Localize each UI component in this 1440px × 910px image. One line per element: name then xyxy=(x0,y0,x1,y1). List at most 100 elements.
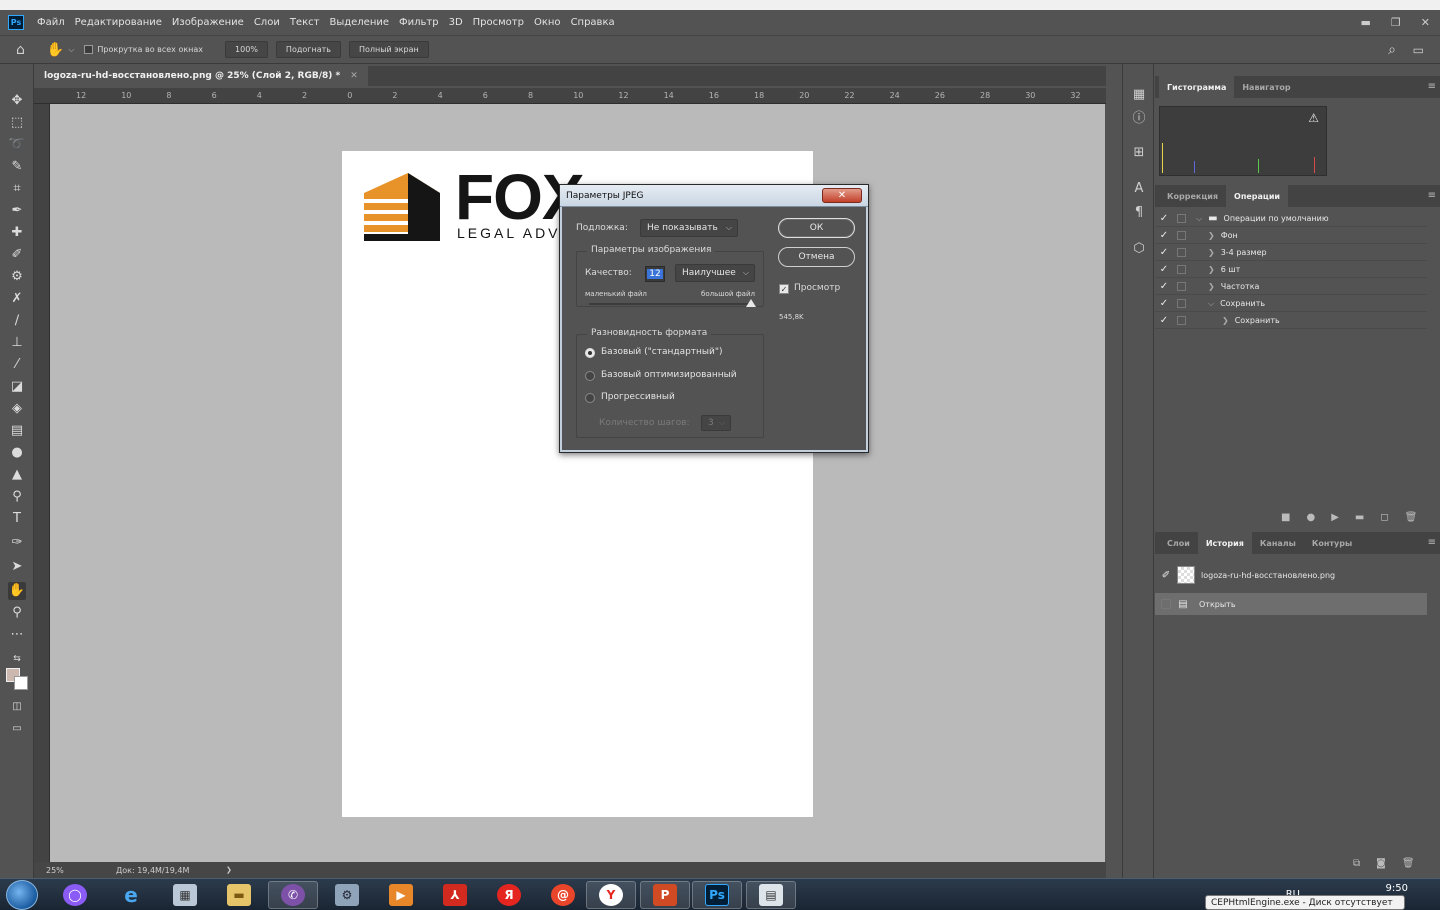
taskbar-calculator-icon[interactable]: ▦ xyxy=(160,881,210,909)
action-enabled-checkmark[interactable]: ✓ xyxy=(1155,247,1173,258)
action-row[interactable]: ✓ ❯ 6 шт xyxy=(1155,262,1427,278)
action-row[interactable]: ✓ ❯ Фон xyxy=(1155,228,1427,244)
history-snapshot[interactable]: ✐ logoza-ru-hd-восстановлено.png xyxy=(1155,564,1427,586)
record-icon[interactable]: ● xyxy=(1306,512,1315,523)
play-icon[interactable]: ▶ xyxy=(1331,512,1339,523)
action-enabled-checkmark[interactable]: ✓ xyxy=(1155,315,1173,326)
tab-navigator[interactable]: Навигатор xyxy=(1234,76,1298,98)
status-menu-arrow[interactable]: ❯ xyxy=(226,866,232,874)
document-tab[interactable]: logoza-ru-hd-восстановлено.png @ 25% (Сл… xyxy=(34,66,368,86)
dialog-toggle-box[interactable] xyxy=(1177,248,1186,257)
zoom-tool-icon[interactable]: ⚲ xyxy=(8,604,26,622)
quick-mask-icon[interactable]: ◫ xyxy=(8,698,26,716)
expand-toggle-icon[interactable]: ⌵ xyxy=(1196,214,1202,224)
menu-window[interactable]: Окно xyxy=(529,17,566,28)
action-enabled-checkmark[interactable]: ✓ xyxy=(1155,298,1173,309)
swap-colors-icon[interactable]: ⇆ xyxy=(8,650,26,668)
art-history-brush-tool-icon[interactable]: ⁄ xyxy=(8,356,26,374)
expand-toggle-icon[interactable]: ❯ xyxy=(1208,265,1215,274)
action-row[interactable]: ✓ ❯ Частотка xyxy=(1155,279,1427,295)
hand-tool-icon[interactable]: ✋ xyxy=(8,582,26,600)
taskbar-explorer-icon[interactable]: ▬ xyxy=(214,881,264,909)
home-icon[interactable]: ⌂ xyxy=(16,42,25,58)
new-set-icon[interactable]: ▬ xyxy=(1355,512,1364,523)
action-enabled-checkmark[interactable]: ✓ xyxy=(1155,230,1173,241)
format-progressive-radio[interactable] xyxy=(585,393,595,403)
tab-history[interactable]: История xyxy=(1197,532,1252,554)
dialog-toggle-box[interactable] xyxy=(1177,231,1186,240)
more-tools-icon[interactable]: ⋯ xyxy=(8,626,26,644)
menu-view[interactable]: Просмотр xyxy=(468,17,529,28)
format-optimized-label[interactable]: Базовый оптимизированный xyxy=(601,370,737,380)
taskbar-yandex-icon[interactable]: Я xyxy=(484,881,534,909)
taskbar-viber-icon[interactable]: ✆ xyxy=(268,881,318,909)
lasso-tool-icon[interactable]: ➰ xyxy=(8,136,26,154)
properties-panel-icon[interactable]: ⊞ xyxy=(1130,144,1148,162)
scroll-all-checkbox[interactable] xyxy=(84,45,94,54)
menu-image[interactable]: Изображение xyxy=(167,17,249,28)
workspace-icon[interactable]: ▭ xyxy=(1413,43,1424,57)
action-enabled-checkmark[interactable]: ✓ xyxy=(1155,213,1173,224)
ps-logo-icon[interactable]: Ps xyxy=(8,14,24,30)
panel-menu-icon[interactable]: ≡ xyxy=(1428,190,1436,201)
clock[interactable]: 9:50 xyxy=(1386,883,1408,894)
taskbar-installer-icon[interactable]: ⚙ xyxy=(322,881,372,909)
taskbar-player-icon[interactable]: ▶ xyxy=(376,881,426,909)
dialog-toggle-box[interactable] xyxy=(1177,214,1186,223)
taskbar-yandex-browser-icon[interactable]: Y xyxy=(586,881,636,909)
format-baseline-radio[interactable] xyxy=(585,348,595,358)
taskbar-acrobat-icon[interactable]: ⅄ xyxy=(430,881,480,909)
tab-paths[interactable]: Контуры xyxy=(1304,532,1360,554)
panel-menu-icon[interactable]: ≡ xyxy=(1428,537,1436,548)
tab-layers[interactable]: Слои xyxy=(1159,532,1198,554)
history-state-checkbox[interactable] xyxy=(1161,599,1171,609)
hand-tool-preset-icon[interactable]: ✋ xyxy=(47,42,64,58)
menu-help[interactable]: Справка xyxy=(566,17,620,28)
expand-toggle-icon[interactable]: ❯ xyxy=(1208,248,1215,257)
tab-channels[interactable]: Каналы xyxy=(1252,532,1304,554)
taskbar-photoshop-icon[interactable]: Ps xyxy=(692,881,742,909)
zoom-level[interactable]: 25% xyxy=(46,866,116,875)
menu-3d[interactable]: 3D xyxy=(444,17,468,28)
panel-menu-icon[interactable]: ≡ xyxy=(1428,81,1436,92)
menu-file[interactable]: Файл xyxy=(32,17,70,28)
close-tab-icon[interactable]: ✕ xyxy=(350,71,358,81)
move-tool-icon[interactable]: ✥ xyxy=(8,92,26,110)
format-progressive-label[interactable]: Прогрессивный xyxy=(601,392,675,402)
search-icon[interactable]: ⌕ xyxy=(1388,42,1396,58)
action-enabled-checkmark[interactable]: ✓ xyxy=(1155,281,1173,292)
restore-icon[interactable]: ❐ xyxy=(1391,16,1401,29)
paint-bucket-tool-icon[interactable]: ◈ xyxy=(8,400,26,418)
tab-actions[interactable]: Операции xyxy=(1226,185,1289,207)
stamp-tool-icon[interactable]: ⊥ xyxy=(8,334,26,352)
character-panel-icon[interactable]: A xyxy=(1130,180,1148,198)
dialog-toggle-box[interactable] xyxy=(1177,299,1186,308)
expand-toggle-icon[interactable]: ❯ xyxy=(1222,316,1229,325)
action-enabled-checkmark[interactable]: ✓ xyxy=(1155,264,1173,275)
zoom-100-button[interactable]: 100% xyxy=(225,41,268,58)
brush-tool-icon[interactable]: ✐ xyxy=(8,246,26,264)
healing-brush-tool-icon[interactable]: ✚ xyxy=(8,224,26,242)
action-row[interactable]: ✓ ⌵ Сохранить xyxy=(1155,296,1427,312)
taskbar-alice-icon[interactable]: ◯ xyxy=(50,881,100,909)
full-screen-button[interactable]: Полный экран xyxy=(348,41,429,58)
sharpen-tool-icon[interactable]: ▲ xyxy=(8,466,26,484)
quick-select-tool-icon[interactable]: ✎ xyxy=(8,158,26,176)
taskbar-ie-icon[interactable]: e xyxy=(106,881,156,909)
tab-adjustments[interactable]: Коррекция xyxy=(1159,185,1226,207)
minimize-icon[interactable]: ▬ xyxy=(1361,16,1371,29)
menu-filter[interactable]: Фильтр xyxy=(394,17,444,28)
dialog-toggle-box[interactable] xyxy=(1177,265,1186,274)
matte-select[interactable]: Не показывать ⌵ xyxy=(640,219,738,237)
dialog-toggle-box[interactable] xyxy=(1177,316,1186,325)
action-row[interactable]: ✓ ❯ 3-4 размер xyxy=(1155,245,1427,261)
start-button[interactable] xyxy=(6,880,38,910)
eyedropper-tool-icon[interactable]: ✒ xyxy=(8,202,26,220)
new-action-icon[interactable]: ◻ xyxy=(1380,512,1388,523)
screen-mode-icon[interactable]: ▭ xyxy=(8,720,26,738)
history-brush-tool-icon[interactable]: ✗ xyxy=(8,290,26,308)
blur-tool-icon[interactable]: ● xyxy=(8,444,26,462)
close-icon[interactable]: ✕ xyxy=(1421,16,1430,29)
dialog-toggle-box[interactable] xyxy=(1177,282,1186,291)
dodge-tool-icon[interactable]: ⚲ xyxy=(8,488,26,506)
